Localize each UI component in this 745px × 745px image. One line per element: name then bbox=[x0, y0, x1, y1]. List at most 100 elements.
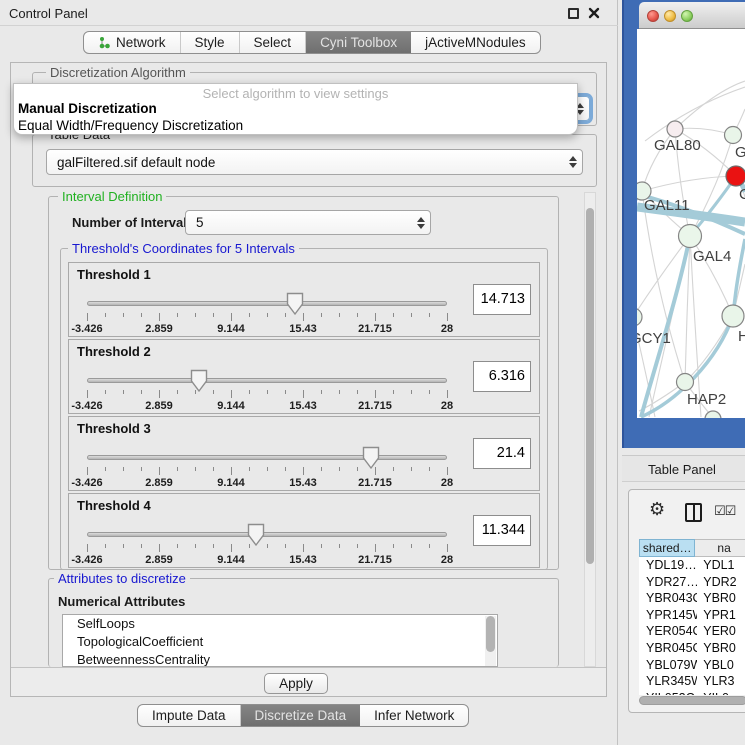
tick-mark bbox=[447, 390, 448, 398]
dropdown-placeholder-item[interactable]: Select algorithm to view settings bbox=[14, 86, 577, 101]
tick-label: 28 bbox=[441, 400, 453, 412]
tick-mark bbox=[159, 467, 160, 475]
tick-mark bbox=[87, 313, 88, 321]
threshold-slider[interactable]: -3.4262.8599.14415.4321.71528 bbox=[87, 441, 447, 491]
network-node-gal80[interactable] bbox=[667, 121, 683, 137]
table-horizontal-scrollbar[interactable] bbox=[639, 696, 745, 705]
tab-select[interactable]: Select bbox=[240, 32, 307, 53]
network-window-titlebar[interactable] bbox=[639, 2, 745, 29]
table-data-combobox[interactable]: galFiltered.sif default node bbox=[46, 149, 583, 175]
table-panel-title: Table Panel bbox=[648, 462, 716, 477]
table-row[interactable]: YPR145WYPR1 bbox=[639, 607, 745, 624]
threshold-value-field[interactable]: 14.713 bbox=[473, 284, 531, 315]
network-node-ga[interactable] bbox=[725, 127, 742, 144]
tick-mark bbox=[339, 390, 340, 394]
attribute-item-topologicalcoefficient[interactable]: TopologicalCoefficient bbox=[63, 633, 497, 651]
table-row[interactable]: YBR045CYBR0 bbox=[639, 640, 745, 657]
table-row[interactable]: YDR27…YDR2 bbox=[639, 574, 745, 591]
panel-vertical-scrollbar[interactable] bbox=[584, 192, 596, 667]
tab-cyni-toolbox[interactable]: Cyni Toolbox bbox=[306, 32, 411, 53]
threshold-slider[interactable]: -3.4262.8599.14415.4321.71528 bbox=[87, 364, 447, 414]
network-node-gal4[interactable] bbox=[679, 225, 702, 248]
column-header-2[interactable]: na bbox=[695, 539, 745, 557]
slider-ticks bbox=[87, 544, 447, 553]
table-row[interactable]: YER054CYER0 bbox=[639, 623, 745, 640]
table-cell: YBR0 bbox=[697, 640, 745, 657]
slider-tick-labels: -3.4262.8599.14415.4321.71528 bbox=[87, 477, 447, 490]
attributes-group-label: Attributes to discretize bbox=[54, 572, 190, 585]
split-pane-icon[interactable] bbox=[685, 503, 702, 522]
tab-network[interactable]: Network bbox=[84, 32, 181, 53]
table-row[interactable]: YLR345WYLR3 bbox=[639, 673, 745, 690]
number-of-intervals-combobox[interactable]: 5 bbox=[185, 210, 431, 235]
numerical-attributes-list[interactable]: SelfLoopsTopologicalCoefficientBetweenne… bbox=[62, 614, 498, 667]
attributes-list-scrollbar[interactable] bbox=[485, 616, 496, 667]
table-row[interactable]: YBR043CYBR0 bbox=[639, 590, 745, 607]
threshold-value-field[interactable]: 21.4 bbox=[473, 438, 531, 469]
tick-mark bbox=[393, 467, 394, 471]
tick-mark bbox=[195, 544, 196, 548]
dropdown-item-manual-discretization[interactable]: Manual Discretization bbox=[18, 101, 157, 116]
node-label-c: C bbox=[739, 186, 745, 203]
slider-track[interactable] bbox=[87, 301, 447, 306]
tab-discretize-data[interactable]: Discretize Data bbox=[241, 705, 361, 726]
float-window-icon[interactable] bbox=[568, 8, 579, 19]
slider-track[interactable] bbox=[87, 455, 447, 460]
gear-icon[interactable]: ⚙ bbox=[649, 501, 665, 519]
table-row[interactable]: YDL19…YDL1 bbox=[639, 557, 745, 574]
table-row[interactable]: YBL079WYBL0 bbox=[639, 657, 745, 674]
threshold-slider[interactable]: -3.4262.8599.14415.4321.71528 bbox=[87, 287, 447, 337]
tick-mark bbox=[267, 544, 268, 548]
close-icon[interactable] bbox=[588, 7, 600, 19]
table-cell: YDL1 bbox=[697, 557, 745, 574]
network-node-h[interactable] bbox=[722, 305, 744, 327]
network-node-red[interactable] bbox=[726, 166, 745, 186]
network-node-gcy1[interactable] bbox=[637, 308, 642, 326]
dropdown-item-equal-width-frequency[interactable]: Equal Width/Frequency Discretization bbox=[18, 118, 243, 133]
tick-mark bbox=[321, 390, 322, 394]
tick-label: 21.715 bbox=[358, 400, 392, 412]
network-node-hap2[interactable] bbox=[677, 374, 694, 391]
table-horizontal-scrollbar-thumb[interactable] bbox=[639, 696, 745, 705]
panel-vertical-scrollbar-thumb[interactable] bbox=[586, 208, 594, 564]
tick-mark bbox=[123, 544, 124, 548]
threshold-panel-2: Threshold 2 -3.4262.8599.14415.4321.7152… bbox=[68, 339, 540, 414]
table-header-row: shared…na bbox=[639, 539, 745, 557]
network-node-partial[interactable] bbox=[705, 411, 721, 418]
tab-infer-network[interactable]: Infer Network bbox=[360, 705, 468, 726]
tick-mark bbox=[321, 313, 322, 317]
threshold-panel-4: Threshold 4 -3.4262.8599.14415.4321.7152… bbox=[68, 493, 540, 568]
threshold-value-field[interactable]: 11.344 bbox=[473, 515, 531, 546]
tab-style[interactable]: Style bbox=[181, 32, 240, 53]
tick-mark bbox=[231, 313, 232, 321]
tick-mark bbox=[249, 390, 250, 394]
tab-impute-data[interactable]: Impute Data bbox=[138, 705, 241, 726]
threshold-value-field[interactable]: 6.316 bbox=[473, 361, 531, 392]
apply-button[interactable]: Apply bbox=[264, 673, 328, 694]
close-traffic-light-icon[interactable] bbox=[647, 10, 659, 22]
table-cell: YBL0 bbox=[697, 657, 745, 674]
network-tab-icon bbox=[98, 36, 110, 49]
table-cell: YPR1 bbox=[697, 607, 745, 624]
tick-mark bbox=[447, 544, 448, 552]
tab-jactivemnodules[interactable]: jActiveMNodules bbox=[411, 32, 540, 53]
attribute-item-selfloops[interactable]: SelfLoops bbox=[63, 615, 497, 633]
column-header-1[interactable]: shared… bbox=[639, 539, 695, 557]
table-cell: YLR3 bbox=[697, 673, 745, 690]
threshold-slider[interactable]: -3.4262.8599.14415.4321.71528 bbox=[87, 518, 447, 568]
tick-mark bbox=[357, 467, 358, 471]
tick-mark bbox=[267, 467, 268, 471]
select-columns-icon[interactable]: ☑☑ bbox=[714, 504, 735, 519]
minimize-traffic-light-icon[interactable] bbox=[664, 10, 676, 22]
network-canvas[interactable]: GAL80 GA C GAL11 GAL4 GCY1 H HAP2 bbox=[637, 29, 745, 418]
tab-label: Discretize Data bbox=[255, 708, 347, 723]
tick-mark bbox=[87, 544, 88, 552]
tick-label: -3.426 bbox=[71, 554, 102, 566]
table-row[interactable]: YIL052CYIL0 bbox=[639, 690, 745, 695]
zoom-traffic-light-icon[interactable] bbox=[681, 10, 693, 22]
attribute-item-betweennesscentrality[interactable]: BetweennessCentrality bbox=[63, 651, 497, 667]
slider-track[interactable] bbox=[87, 378, 447, 383]
slider-track[interactable] bbox=[87, 532, 447, 537]
tick-mark bbox=[231, 467, 232, 475]
tick-mark bbox=[123, 313, 124, 317]
